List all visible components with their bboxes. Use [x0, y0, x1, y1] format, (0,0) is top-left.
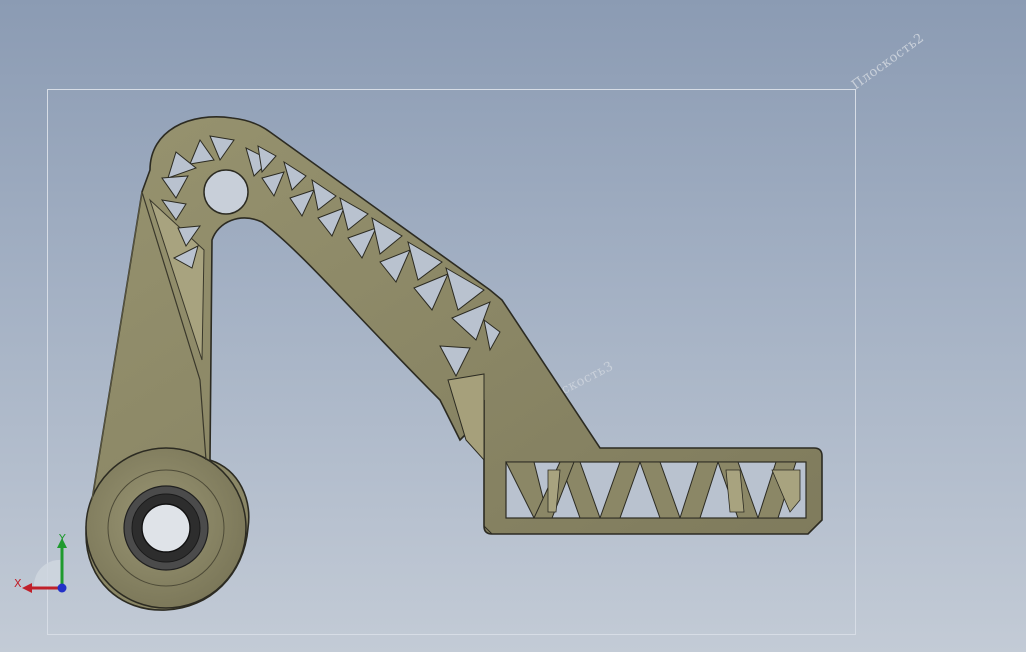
x-axis-label: X [14, 577, 22, 590]
part-model[interactable] [0, 0, 1026, 652]
z-axis-dot [57, 583, 67, 593]
head-hole [203, 169, 249, 215]
graphics-viewport[interactable]: Плоскость2 Плоскость3 Y X [0, 0, 1026, 652]
coordinate-triad[interactable]: Y X [12, 530, 74, 600]
bore-hole [141, 503, 191, 553]
triad-plane-shading [33, 559, 62, 588]
x-axis-arrow-icon [22, 583, 32, 593]
y-axis-label: Y [58, 532, 66, 545]
